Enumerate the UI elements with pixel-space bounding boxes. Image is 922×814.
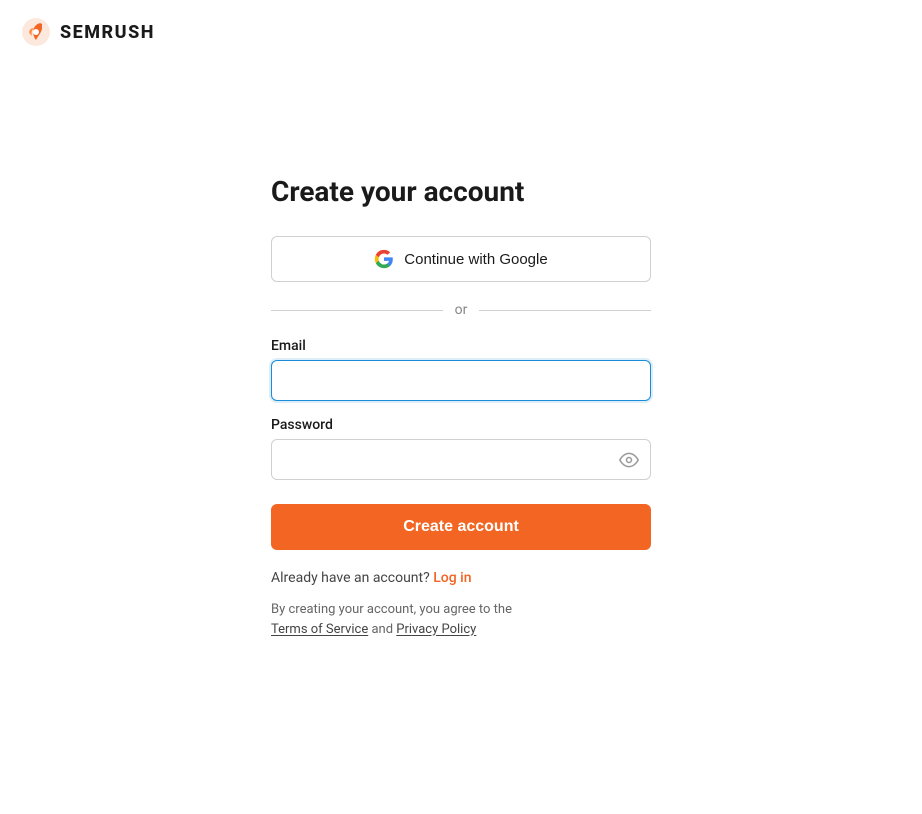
- terms-prefix: By creating your account, you agree to t…: [271, 602, 512, 617]
- divider-text: or: [455, 302, 468, 318]
- password-input[interactable]: [271, 439, 651, 480]
- google-signin-button[interactable]: Continue with Google: [271, 236, 651, 282]
- divider-line-right: [479, 310, 651, 311]
- password-field-group: Password: [271, 417, 651, 480]
- password-input-wrapper: [271, 439, 651, 480]
- divider: or: [271, 302, 651, 318]
- email-input-wrapper: [271, 360, 651, 401]
- login-prompt: Already have an account? Log in: [271, 570, 651, 586]
- divider-line-left: [271, 310, 443, 311]
- main-container: Create your account Continue with Google…: [0, 0, 922, 814]
- login-prompt-text: Already have an account?: [271, 570, 430, 586]
- logo-text: SEMRUSH: [60, 22, 155, 43]
- google-g-icon: [374, 249, 394, 269]
- create-btn-label: Create account: [403, 518, 519, 535]
- email-field-group: Email: [271, 338, 651, 401]
- form-card: Create your account Continue with Google…: [271, 175, 651, 639]
- create-account-button[interactable]: Create account: [271, 504, 651, 550]
- privacy-policy-link[interactable]: Privacy Policy: [396, 622, 476, 637]
- terms-of-service-link[interactable]: Terms of Service: [271, 622, 368, 637]
- password-toggle-icon[interactable]: [619, 450, 639, 470]
- email-label: Email: [271, 338, 651, 354]
- google-btn-label: Continue with Google: [404, 251, 547, 268]
- semrush-logo-icon: [20, 16, 52, 48]
- terms-conjunction: and: [371, 622, 396, 637]
- terms-text: By creating your account, you agree to t…: [271, 600, 651, 639]
- header: SEMRUSH: [20, 16, 155, 48]
- login-link[interactable]: Log in: [433, 570, 471, 586]
- password-label: Password: [271, 417, 651, 433]
- form-title: Create your account: [271, 175, 651, 208]
- email-input[interactable]: [271, 360, 651, 401]
